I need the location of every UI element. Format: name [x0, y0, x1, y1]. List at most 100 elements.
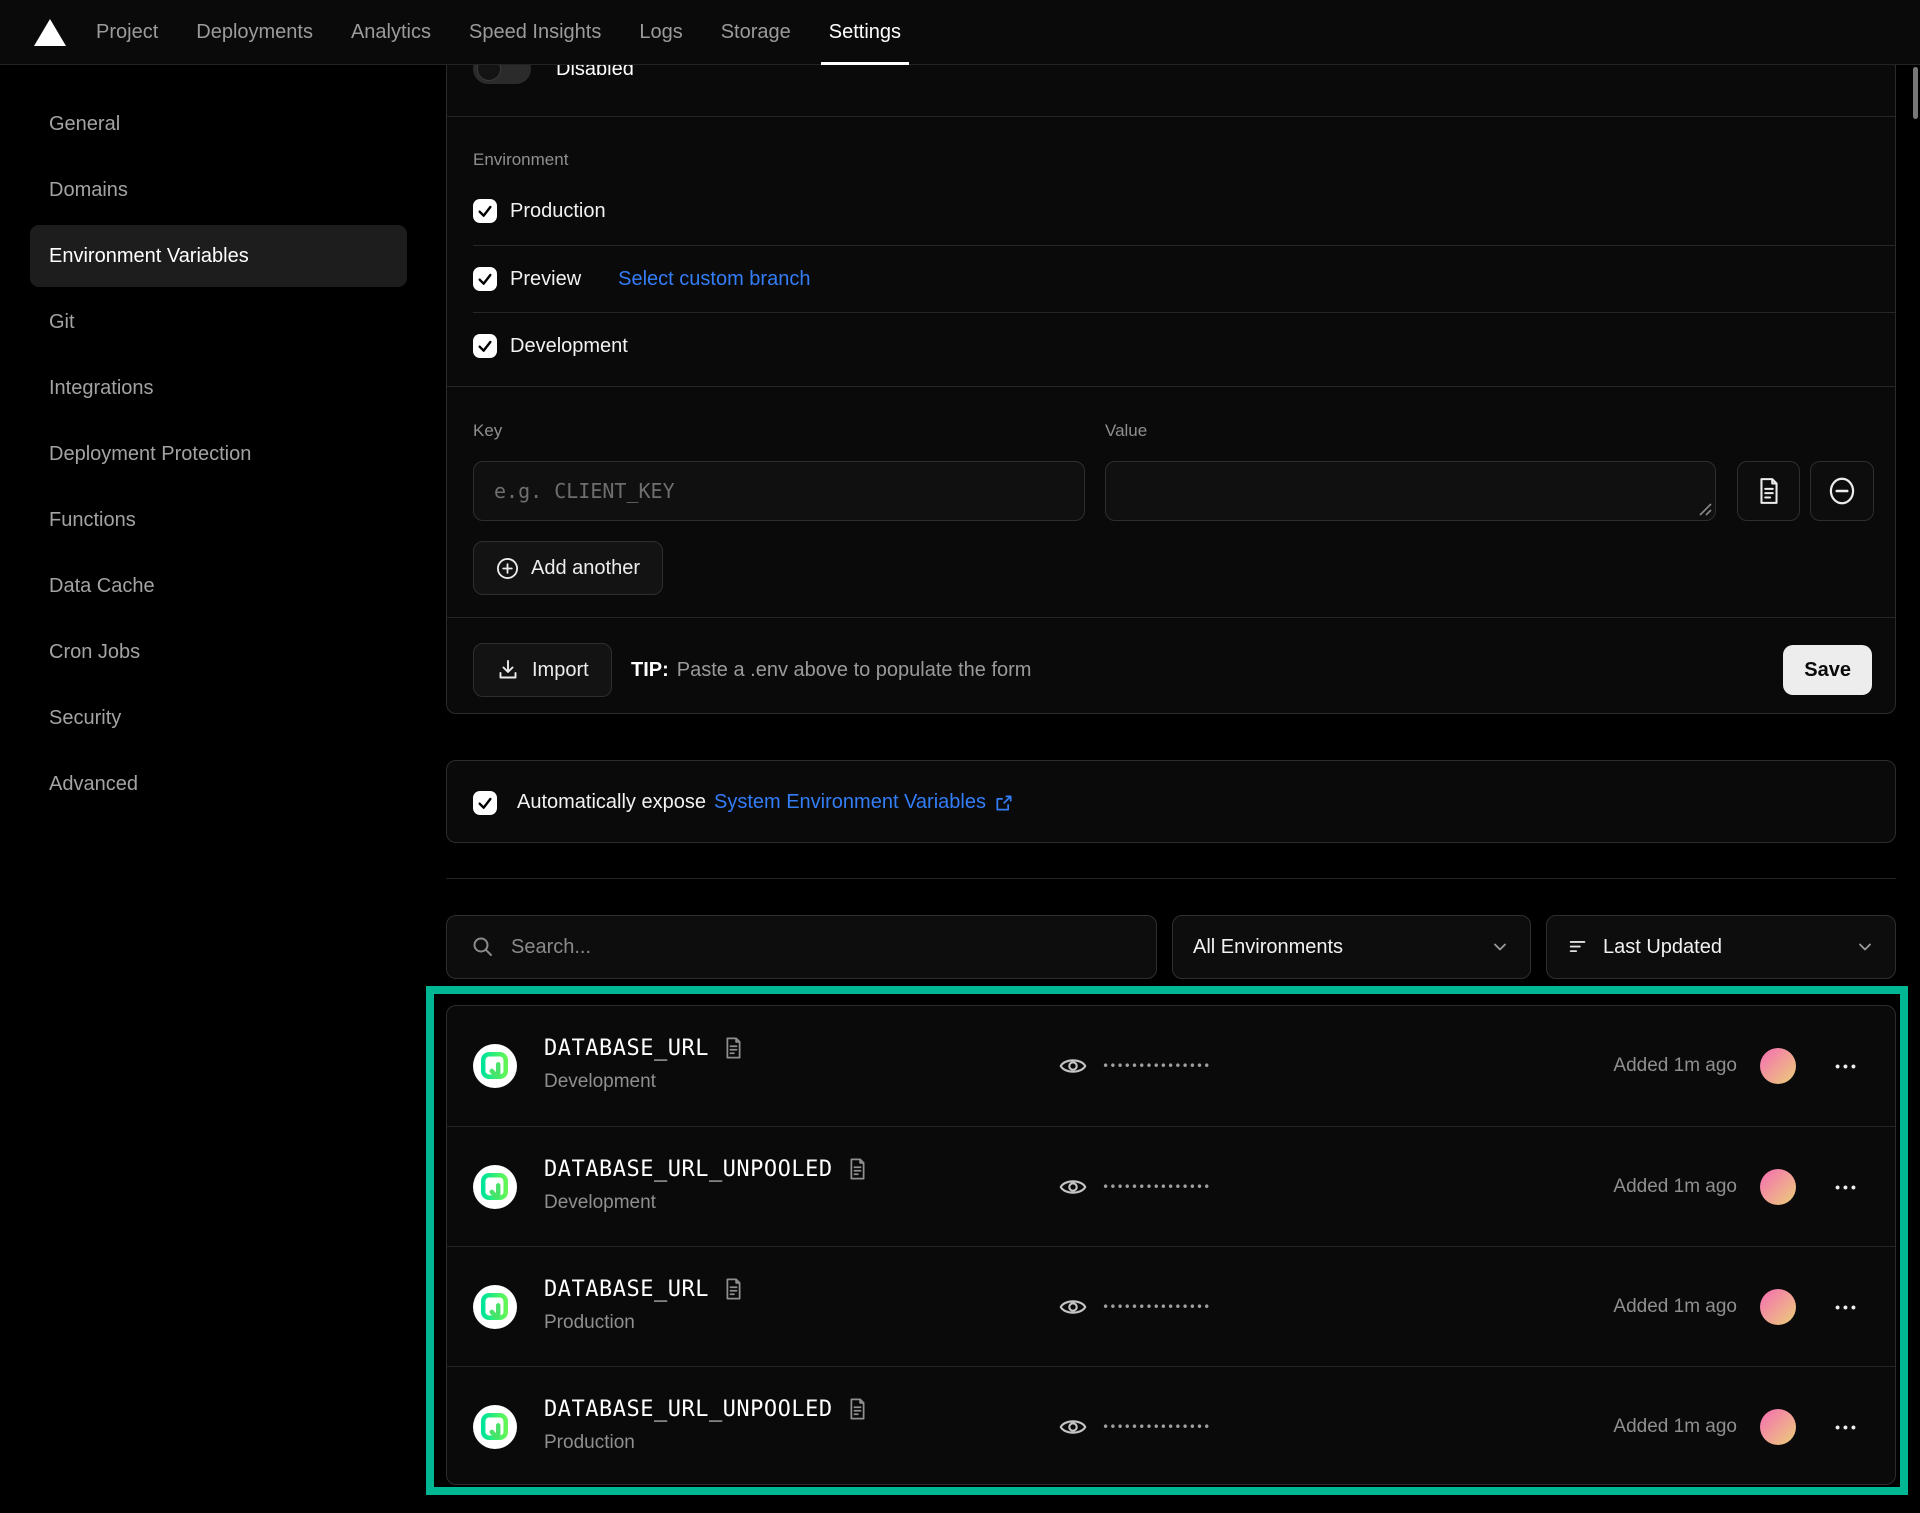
environment-filter-select[interactable]: All Environments: [1172, 915, 1531, 979]
check-icon: [477, 338, 493, 354]
env-preview-row: Preview Select custom branch: [473, 267, 810, 291]
reveal-value-eye-icon[interactable]: [1059, 1293, 1087, 1321]
masked-value: •••••••••••••••: [1102, 1127, 1210, 1247]
key-input[interactable]: [473, 461, 1085, 521]
sidebar-item-integrations[interactable]: Integrations: [30, 357, 407, 419]
auto-expose-text: Automatically expose: [517, 791, 706, 814]
row-actions-menu[interactable]: •••: [1821, 1367, 1873, 1485]
sidebar-item-environment-variables[interactable]: Environment Variables: [30, 225, 407, 287]
env-var-environment: Production: [544, 1429, 868, 1457]
preview-checkbox[interactable]: [473, 267, 497, 291]
added-timestamp: Added 1m ago: [1613, 1247, 1737, 1367]
scrollbar-thumb[interactable]: [1913, 67, 1918, 119]
nav-item-speed-insights[interactable]: Speed Insights: [469, 0, 601, 65]
sort-filter-value: Last Updated: [1603, 936, 1722, 959]
sidebar-item-deployment-protection[interactable]: Deployment Protection: [30, 423, 407, 485]
env-development-row: Development: [473, 334, 628, 358]
reveal-value-eye-icon[interactable]: [1059, 1413, 1087, 1441]
plus-circle-icon: [496, 557, 519, 580]
table-row[interactable]: DATABASE_URL_UNPOOLED Production •••••••…: [447, 1366, 1895, 1485]
top-nav: Project Deployments Analytics Speed Insi…: [0, 0, 1920, 65]
document-icon: [1756, 477, 1782, 505]
preview-checkbox-label: Preview: [510, 268, 581, 291]
row-actions-menu[interactable]: •••: [1821, 1127, 1873, 1247]
avatar[interactable]: [1760, 1409, 1796, 1445]
sidebar-item-data-cache[interactable]: Data Cache: [30, 555, 407, 617]
sidebar-item-advanced[interactable]: Advanced: [30, 753, 407, 815]
nav-items: Project Deployments Analytics Speed Insi…: [96, 0, 901, 65]
development-checkbox[interactable]: [473, 334, 497, 358]
table-row[interactable]: DATABASE_URL_UNPOOLED Development ••••••…: [447, 1126, 1895, 1246]
added-timestamp: Added 1m ago: [1613, 1006, 1737, 1126]
remove-row-button[interactable]: [1810, 461, 1874, 521]
sidebar-item-general[interactable]: General: [30, 93, 407, 155]
search-icon: [471, 935, 495, 959]
nav-item-settings[interactable]: Settings: [829, 0, 901, 65]
divider: [473, 245, 1895, 246]
sidebar-item-functions[interactable]: Functions: [30, 489, 407, 551]
env-var-table: DATABASE_URL Development •••••••••••••••…: [446, 1005, 1896, 1485]
value-input[interactable]: [1105, 461, 1716, 521]
auto-expose-checkbox[interactable]: [473, 791, 497, 815]
reveal-value-eye-icon[interactable]: [1059, 1173, 1087, 1201]
sort-lines-icon: [1567, 936, 1589, 958]
production-checkbox[interactable]: [473, 199, 497, 223]
nav-item-project[interactable]: Project: [96, 0, 158, 65]
row-actions-menu[interactable]: •••: [1821, 1247, 1873, 1367]
nav-item-analytics[interactable]: Analytics: [351, 0, 431, 65]
env-var-name: DATABASE_URL_UNPOOLED: [544, 1397, 833, 1422]
system-env-vars-link[interactable]: System Environment Variables: [714, 791, 986, 814]
env-var-form-card: Disabled Environment Production Preview …: [446, 20, 1896, 714]
nav-item-logs[interactable]: Logs: [639, 0, 682, 65]
added-timestamp: Added 1m ago: [1613, 1127, 1737, 1247]
env-var-name: DATABASE_URL: [544, 1277, 709, 1302]
nav-item-storage[interactable]: Storage: [721, 0, 791, 65]
env-var-environment: Development: [544, 1068, 744, 1096]
tip-bold: TIP:: [631, 659, 669, 681]
sidebar-item-cron-jobs[interactable]: Cron Jobs: [30, 621, 407, 683]
table-row[interactable]: DATABASE_URL Development •••••••••••••••…: [447, 1006, 1895, 1126]
resize-handle-icon[interactable]: [1699, 503, 1712, 516]
sidebar-item-security[interactable]: Security: [30, 687, 407, 749]
row-actions-menu[interactable]: •••: [1821, 1006, 1873, 1126]
external-link-icon[interactable]: [994, 793, 1014, 813]
divider: [473, 312, 1895, 313]
masked-value: •••••••••••••••: [1102, 1247, 1210, 1367]
search-field[interactable]: [446, 915, 1157, 979]
avatar[interactable]: [1760, 1048, 1796, 1084]
download-icon: [496, 658, 520, 682]
note-icon[interactable]: [847, 1157, 868, 1181]
select-custom-branch-link[interactable]: Select custom branch: [618, 268, 810, 291]
neon-integration-icon: [473, 1285, 517, 1329]
environment-section-label: Environment: [473, 150, 568, 170]
vercel-logo-icon[interactable]: [34, 19, 66, 46]
save-button[interactable]: Save: [1783, 645, 1872, 695]
settings-sidebar: General Domains Environment Variables Gi…: [30, 93, 407, 819]
note-icon[interactable]: [723, 1036, 744, 1060]
avatar[interactable]: [1760, 1169, 1796, 1205]
env-var-environment: Development: [544, 1189, 868, 1217]
avatar[interactable]: [1760, 1289, 1796, 1325]
note-icon[interactable]: [723, 1277, 744, 1301]
sidebar-item-domains[interactable]: Domains: [30, 159, 407, 221]
tip-body: Paste a .env above to populate the form: [677, 659, 1032, 681]
check-icon: [477, 795, 493, 811]
env-var-environment: Production: [544, 1309, 744, 1337]
divider: [447, 617, 1895, 618]
note-icon[interactable]: [847, 1397, 868, 1421]
search-input[interactable]: [511, 936, 1132, 959]
tip-text: TIP: Paste a .env above to populate the f…: [631, 643, 1031, 697]
sidebar-item-git[interactable]: Git: [30, 291, 407, 353]
key-label: Key: [473, 421, 502, 441]
table-row[interactable]: DATABASE_URL Production ••••••••••••••• …: [447, 1246, 1895, 1366]
import-button[interactable]: Import: [473, 643, 612, 697]
sort-filter-select[interactable]: Last Updated: [1546, 915, 1896, 979]
added-timestamp: Added 1m ago: [1613, 1367, 1737, 1485]
production-checkbox-label: Production: [510, 200, 606, 223]
paste-env-button[interactable]: [1737, 461, 1800, 521]
reveal-value-eye-icon[interactable]: [1059, 1052, 1087, 1080]
nav-item-deployments[interactable]: Deployments: [196, 0, 313, 65]
add-another-button[interactable]: Add another: [473, 541, 663, 595]
minus-circle-icon: [1828, 477, 1856, 505]
development-checkbox-label: Development: [510, 335, 628, 358]
